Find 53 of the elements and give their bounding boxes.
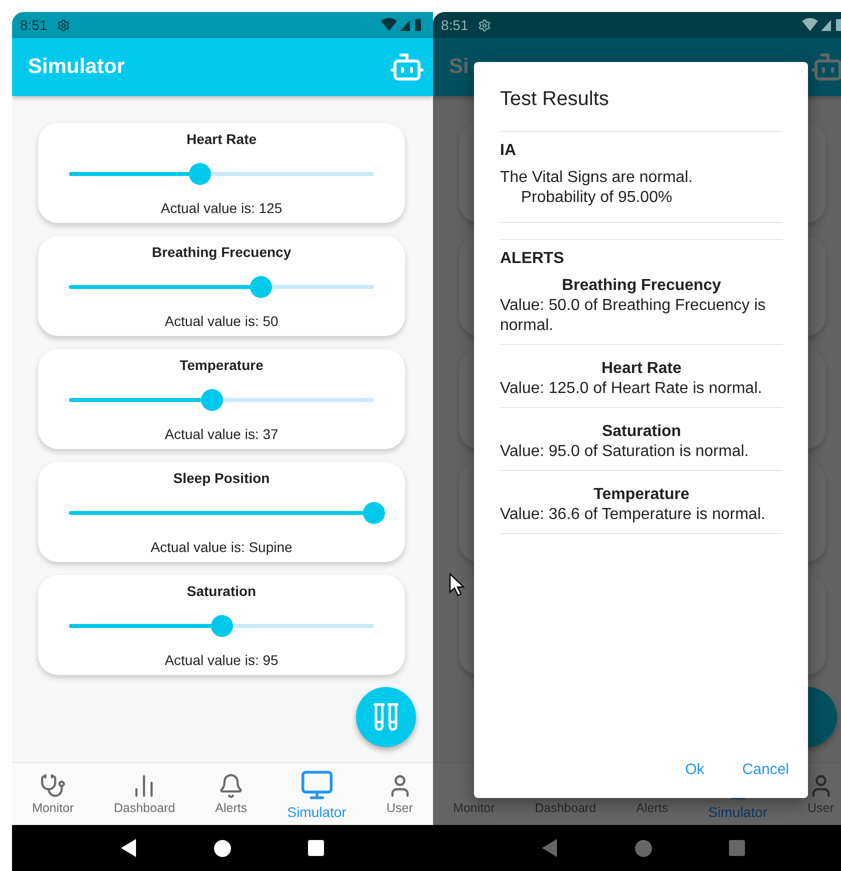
test-fab[interactable]: [356, 687, 416, 747]
status-icons: [381, 18, 423, 32]
slider-label: Temperature: [180, 357, 264, 373]
nav-tab[interactable]: Monitor: [451, 773, 497, 815]
nav-tab[interactable]: User: [806, 773, 836, 815]
nav-tab[interactable]: Monitor: [30, 773, 76, 815]
slider-reading: Actual value is: 95: [164, 652, 278, 668]
bell-icon: [218, 773, 244, 799]
dialog-title: Test Results: [500, 88, 610, 111]
alert-title: Breathing Frecuency: [560, 276, 722, 296]
alert-title: Saturation: [600, 422, 682, 442]
app-title: Simulator: [28, 55, 125, 79]
status-time: 8:51: [441, 17, 468, 33]
result-text: Probability of 95.00%: [520, 188, 674, 208]
alert-text: Value: 50.0 of Breathing Frecuency is normal.: [500, 296, 767, 336]
settings-icon: [478, 18, 492, 32]
monitor-icon: [300, 768, 334, 802]
slider-reading: Actual value is: 37: [164, 426, 278, 442]
status-time: 8:51: [20, 17, 48, 33]
slider-label: Saturation: [186, 583, 256, 599]
alert-title: Temperature: [592, 485, 690, 505]
app-title: Si: [449, 55, 469, 79]
alert-text: Value: 36.6 of Temperature is normal.: [500, 505, 766, 525]
slider-label: Sleep Position: [173, 470, 270, 486]
nav-tab[interactable]: User: [384, 773, 415, 815]
nav-tab[interactable]: Dashboard: [112, 773, 178, 815]
home-icon[interactable]: [214, 840, 231, 856]
result-text: The Vital Signs are normal.: [500, 168, 694, 188]
dialog-button[interactable]: Ok: [685, 761, 704, 778]
slider-reading: Actual value is: Supine: [150, 539, 292, 555]
stethoscope-icon: [40, 773, 66, 799]
nav-tab[interactable]: Alerts: [213, 773, 250, 815]
slider-thumb[interactable]: [189, 163, 212, 185]
back-icon[interactable]: [120, 839, 137, 857]
alert-text: Value: 95.0 of Saturation is normal.: [500, 442, 750, 462]
recents-icon[interactable]: [308, 840, 324, 856]
alert-text: Value: 125.0 of Heart Rate is normal.: [500, 379, 764, 399]
settings-icon: [57, 18, 70, 32]
slider-thumb[interactable]: [363, 502, 385, 524]
alert-title: Heart Rate: [600, 359, 683, 379]
slider-label: Heart Rate: [186, 131, 257, 147]
section-heading: IA: [500, 142, 517, 160]
slider-reading: Actual value is: 50: [164, 313, 278, 329]
test-tubes-icon: [371, 702, 401, 732]
slider-thumb[interactable]: [210, 615, 232, 637]
slider-reading: Actual value is: 125: [160, 200, 282, 216]
slider-thumb[interactable]: [201, 389, 224, 411]
slider-label: Breathing Frecuency: [152, 244, 292, 260]
dialog-button[interactable]: Cancel: [742, 761, 789, 778]
section-heading: ALERTS: [500, 250, 565, 268]
status-icons: [802, 18, 841, 32]
slider-thumb[interactable]: [250, 276, 272, 298]
nav-tab[interactable]: Simulator: [285, 768, 348, 820]
